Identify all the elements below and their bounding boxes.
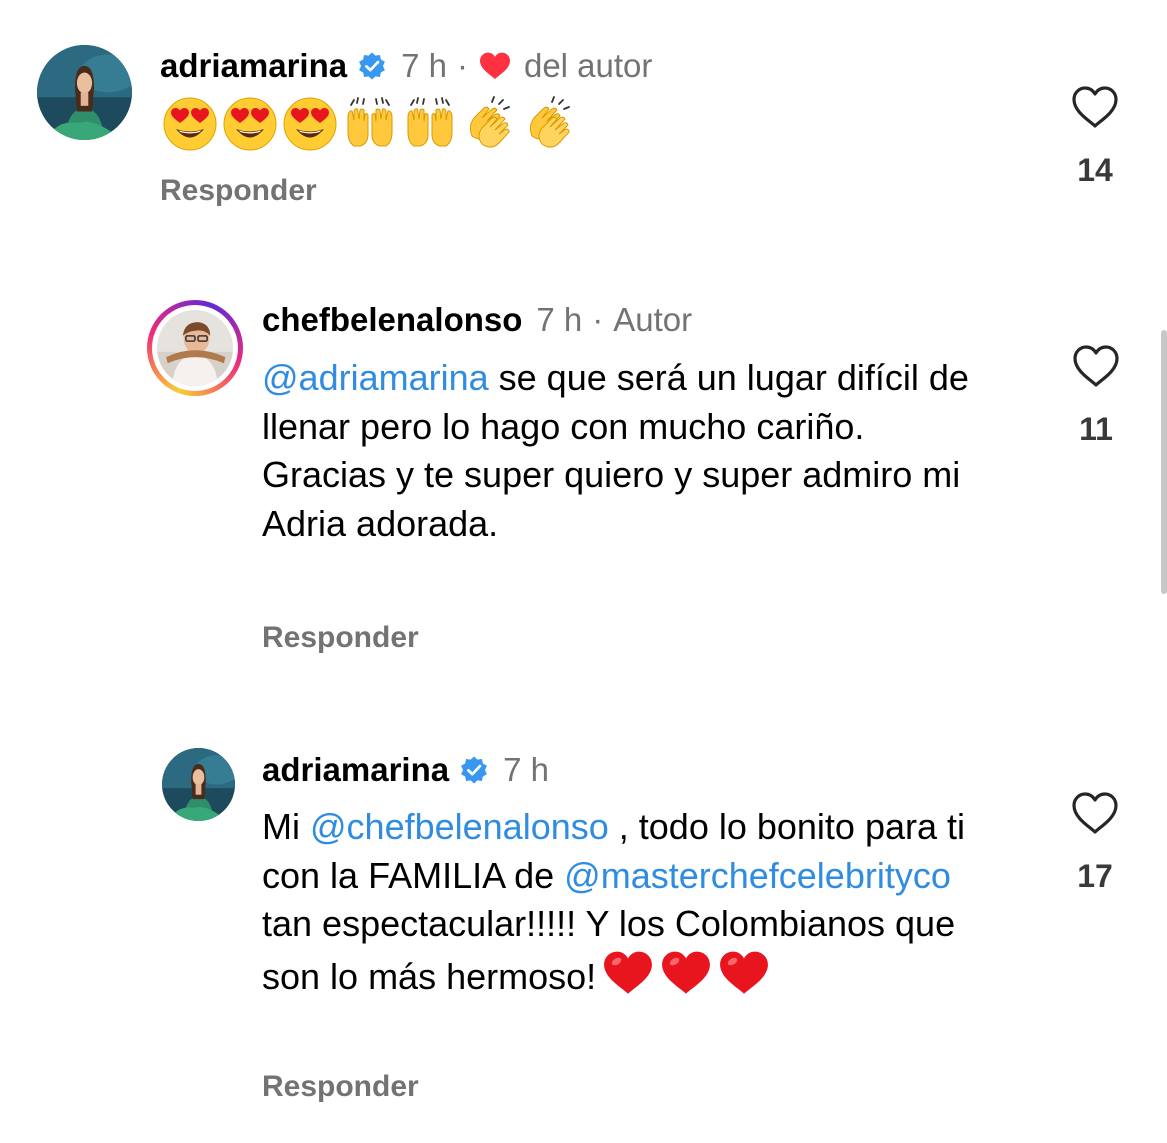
verified-badge-icon [459, 755, 489, 785]
heart-eyes-emoji [222, 96, 278, 152]
author-label: Autor [613, 301, 693, 338]
separator: · [456, 47, 468, 84]
heart-eyes-emoji [162, 96, 218, 152]
liked-by-author-heart-icon [478, 51, 512, 81]
avatar[interactable] [37, 45, 132, 140]
raising-hands-emoji [402, 96, 458, 152]
like-count[interactable]: 11 [1066, 411, 1126, 448]
username[interactable]: adriamarina [262, 751, 449, 789]
username[interactable]: chefbelenalonso [262, 301, 522, 339]
reply-button[interactable]: Responder [262, 1070, 419, 1104]
comment-text-prefix: Mi [262, 806, 310, 847]
reply-button[interactable]: Responder [160, 174, 317, 208]
heart-outline-icon[interactable] [1071, 343, 1121, 389]
avatar[interactable] [162, 748, 235, 821]
red-heart-emoji [660, 949, 712, 997]
reply-button[interactable]: Responder [262, 621, 419, 655]
heart-eyes-emoji [282, 96, 338, 152]
scrollbar[interactable] [1161, 330, 1167, 594]
mention-link[interactable]: @adriamarina [262, 357, 489, 398]
comment-text: Mi @chefbelenalonso , todo lo bonito par… [262, 803, 1002, 1001]
raising-hands-emoji [342, 96, 398, 152]
heart-outline-icon[interactable] [1070, 84, 1120, 130]
mention-link[interactable]: @masterchefcelebrityco [564, 855, 951, 896]
like-count[interactable]: 17 [1065, 858, 1125, 895]
mention-link[interactable]: @chefbelenalonso [310, 806, 609, 847]
timestamp: 7 h [401, 47, 447, 84]
comment-text: @adriamarina se que será un lugar difíci… [262, 354, 982, 548]
clapping-hands-emoji [522, 96, 578, 152]
separator: · [592, 301, 604, 338]
like-count[interactable]: 14 [1065, 152, 1125, 189]
red-heart-emoji [602, 949, 654, 997]
username[interactable]: adriamarina [160, 47, 347, 85]
timestamp: 7 h [503, 751, 549, 788]
heart-outline-icon[interactable] [1070, 790, 1120, 836]
avatar-story-ring[interactable] [147, 300, 243, 396]
timestamp: 7 h [536, 301, 583, 338]
comment-emoji-text [162, 96, 578, 152]
avatar [157, 310, 233, 386]
clapping-hands-emoji [462, 96, 518, 152]
liked-by-author-label: del autor [523, 47, 653, 84]
red-heart-emoji [718, 949, 770, 997]
verified-badge-icon [357, 51, 387, 81]
